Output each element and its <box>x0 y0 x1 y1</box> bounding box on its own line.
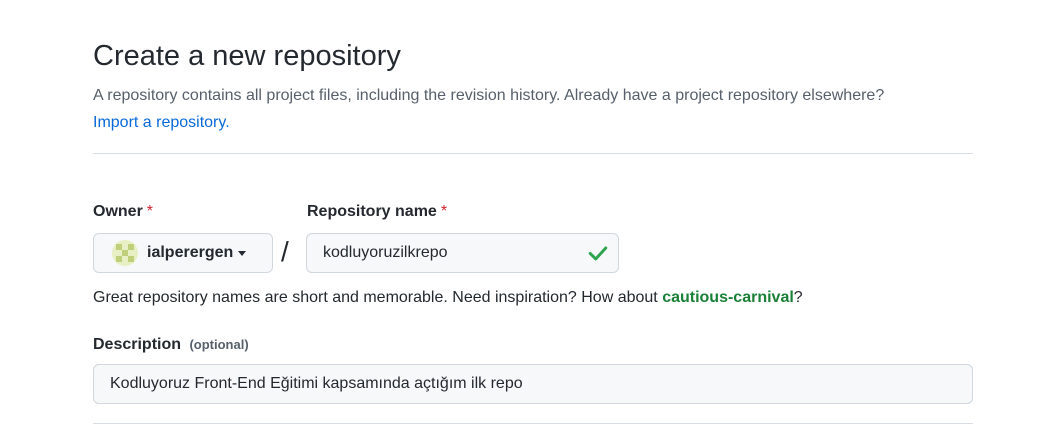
repository-name-input[interactable]: kodluyoruzilkrepo <box>306 233 619 273</box>
owner-name: ialperergen <box>147 244 234 261</box>
divider <box>93 423 973 424</box>
owner-select-button[interactable]: ialperergen <box>93 233 273 273</box>
hint-suffix: ? <box>793 289 803 306</box>
owner-label: Owner * <box>93 203 153 221</box>
subtitle-text: A repository contains all project files,… <box>93 87 885 104</box>
required-mark: * <box>440 203 448 220</box>
check-icon <box>588 246 608 261</box>
caret-down-icon <box>238 250 247 256</box>
required-mark: * <box>146 203 154 220</box>
repository-name-hint: Great repository names are short and mem… <box>93 289 803 307</box>
hint-text: Great repository names are short and mem… <box>93 289 658 306</box>
import-repository-link[interactable]: Import a repository. <box>93 114 230 131</box>
description-value[interactable]: Kodluyoruz Front-End Eğitimi kapsamında … <box>110 375 523 393</box>
repository-name-label-text: Repository name <box>307 203 437 220</box>
page-title: Create a new repository <box>93 40 401 72</box>
description-label: Description (optional) <box>93 336 249 354</box>
divider <box>93 153 973 154</box>
repository-name-value[interactable]: kodluyoruzilkrepo <box>323 244 587 262</box>
optional-tag: (optional) <box>189 337 249 352</box>
description-input[interactable]: Kodluyoruz Front-End Eğitimi kapsamında … <box>93 364 973 404</box>
owner-label-text: Owner <box>93 203 143 220</box>
owner-repo-separator: / <box>281 236 289 267</box>
page-subtitle: A repository contains all project files,… <box>93 82 973 136</box>
suggested-name-link[interactable]: cautious-carnival <box>662 289 794 306</box>
avatar <box>112 240 138 266</box>
repository-name-label: Repository name * <box>307 203 447 221</box>
description-label-text: Description <box>93 336 182 353</box>
